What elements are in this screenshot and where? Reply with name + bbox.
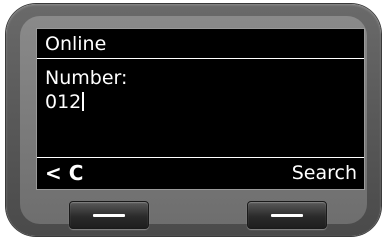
text-cursor — [82, 92, 85, 111]
status-title: Online — [45, 33, 107, 55]
search-softkey-label[interactable]: Search — [292, 160, 357, 186]
clear-softkey-label[interactable]: < C — [45, 160, 83, 186]
number-input[interactable]: 012 — [45, 90, 85, 114]
left-softkey-button[interactable] — [69, 201, 149, 229]
right-softkey-button[interactable] — [247, 201, 327, 229]
softkey-bar: < C Search — [37, 157, 364, 188]
phone-display: Online Number: 012 < C Search — [36, 28, 365, 190]
number-field-label: Number: — [45, 67, 128, 89]
status-bar: Online — [37, 29, 364, 59]
dash-icon — [93, 214, 125, 217]
number-input-value: 012 — [45, 91, 82, 113]
dash-icon — [271, 214, 303, 217]
